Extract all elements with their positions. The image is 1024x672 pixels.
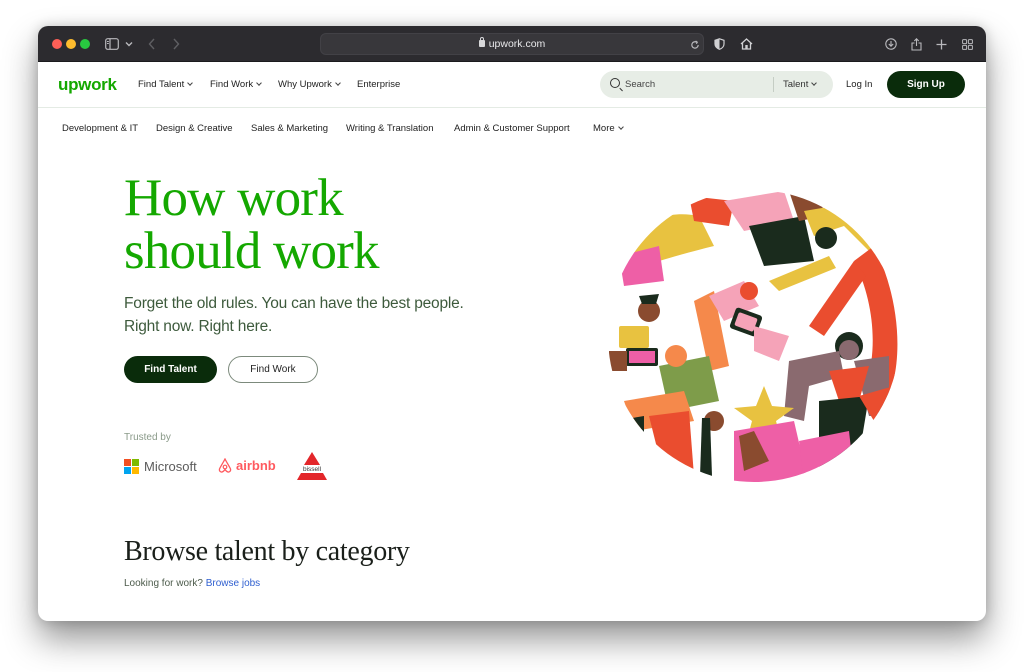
tab-overview-icon[interactable]: [960, 35, 974, 53]
download-icon[interactable]: [884, 35, 898, 53]
category-development-it[interactable]: Development & IT: [62, 123, 138, 134]
chevron-down-icon: [811, 80, 818, 86]
search-icon: [610, 78, 620, 88]
search-input[interactable]: Search: [625, 79, 655, 90]
browse-jobs-link[interactable]: Browse jobs: [206, 578, 260, 589]
login-link[interactable]: Log In: [846, 79, 872, 90]
forward-icon[interactable]: [170, 35, 182, 53]
category-bar: Development & IT Design & Creative Sales…: [38, 108, 986, 148]
svg-text:bissell: bissell: [303, 466, 322, 473]
microsoft-icon: [124, 459, 139, 474]
hero-illustration: [608, 190, 900, 482]
find-work-button[interactable]: Find Work: [228, 356, 318, 383]
category-admin-support[interactable]: Admin & Customer Support: [454, 123, 570, 134]
back-icon[interactable]: [146, 35, 158, 53]
category-writing-translation[interactable]: Writing & Translation: [346, 123, 433, 134]
share-icon[interactable]: [909, 35, 923, 53]
nav-enterprise[interactable]: Enterprise: [357, 79, 400, 90]
chevron-down-icon: [335, 80, 341, 86]
chevron-down-icon: [256, 80, 262, 86]
chevron-down-icon[interactable]: [124, 35, 134, 53]
browse-title: Browse talent by category: [124, 536, 410, 567]
nav-find-work[interactable]: Find Work: [210, 79, 262, 90]
chevron-down-icon: [187, 80, 194, 86]
search-divider: [773, 77, 774, 92]
home-icon[interactable]: [738, 35, 754, 53]
trusted-by-label: Trusted by: [124, 432, 171, 443]
hero-subtitle: Forget the old rules. You can have the b…: [124, 295, 464, 335]
main-nav: upwork Find Talent Find Work Why Upwork …: [38, 62, 986, 108]
category-more[interactable]: More: [593, 123, 624, 134]
signup-button[interactable]: Sign Up: [887, 71, 965, 98]
search-bar[interactable]: Search Talent: [600, 71, 833, 98]
upwork-logo[interactable]: upwork: [58, 75, 117, 95]
microsoft-logo: Microsoft: [124, 459, 197, 474]
browse-subtitle: Looking for work? Browse jobs: [124, 578, 261, 589]
sidebar-icon[interactable]: [104, 35, 120, 53]
category-sales-marketing[interactable]: Sales & Marketing: [251, 123, 328, 134]
nav-find-talent[interactable]: Find Talent: [138, 79, 194, 90]
browser-window: upwork.com upwork Find Talent Find Work …: [38, 26, 986, 621]
lock-icon: [478, 37, 485, 47]
new-tab-icon[interactable]: [934, 35, 948, 53]
close-window-button[interactable]: [52, 39, 62, 49]
minimize-window-button[interactable]: [66, 39, 76, 49]
chevron-down-icon: [617, 124, 624, 130]
url-display: upwork.com: [321, 37, 703, 50]
shield-icon[interactable]: [712, 35, 726, 53]
find-talent-button[interactable]: Find Talent: [124, 356, 217, 383]
address-bar[interactable]: upwork.com: [320, 33, 704, 55]
browser-toolbar: upwork.com: [38, 26, 986, 62]
nav-why-upwork[interactable]: Why Upwork: [278, 79, 341, 90]
category-design-creative[interactable]: Design & Creative: [156, 123, 233, 134]
airbnb-logo: airbnb: [218, 458, 276, 473]
airbnb-icon: [218, 458, 232, 473]
hero-title: How work should work: [124, 169, 380, 280]
search-type-dropdown[interactable]: Talent: [783, 79, 818, 90]
reload-icon[interactable]: [689, 36, 701, 54]
maximize-window-button[interactable]: [80, 39, 90, 49]
bissell-logo: bissell: [292, 451, 332, 481]
